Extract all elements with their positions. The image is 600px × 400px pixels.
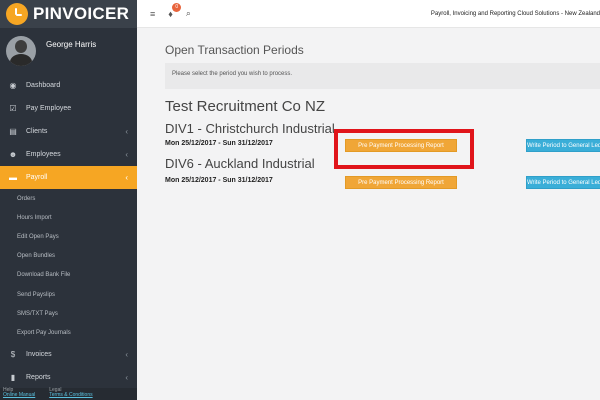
sidebar-nav: ◉ Dashboard ☑ Pay Employee ▤ Clients ‹ ☻… <box>0 74 137 389</box>
instruction-notice: Please select the period you wish to pro… <box>165 63 600 89</box>
sidebar-item-invoices[interactable]: $ Invoices ‹ <box>0 343 137 366</box>
highlight-annotation <box>334 129 474 169</box>
tachometer-icon: ◉ <box>9 81 17 90</box>
division-title: DIV1 - Christchurch Industrial <box>165 121 335 136</box>
write-period-gl-button[interactable]: Write Period to General Ledger <box>526 139 600 152</box>
legal-section: Legal Terms & Conditions <box>49 388 92 400</box>
sidebar-item-pay-employee[interactable]: ☑ Pay Employee <box>0 97 137 120</box>
sidebar-item-label: Clients <box>26 128 48 135</box>
chevron-down-icon: ‹ <box>125 173 128 182</box>
avatar[interactable] <box>6 36 36 66</box>
submenu-item-edit-open-pays[interactable]: Edit Open Pays <box>0 227 137 246</box>
submenu-item-download-bank-file[interactable]: Download Bank File <box>0 266 137 285</box>
submenu-item-send-payslips[interactable]: Send Payslips <box>0 285 137 304</box>
app-title: Payroll, Invoicing and Reporting Cloud S… <box>430 10 600 17</box>
brand-name: PINVOICER <box>33 4 130 23</box>
check-square-icon: ☑ <box>9 104 17 113</box>
pre-payment-report-button[interactable]: Pre Payment Processing Report <box>345 176 457 189</box>
building-icon: ▤ <box>9 127 17 136</box>
page-title: Open Transaction Periods <box>165 43 304 57</box>
user-name: George Harris <box>46 40 97 49</box>
sidebar-item-reports[interactable]: ▮ Reports ‹ <box>0 366 137 389</box>
menu-toggle-icon[interactable]: ≡ <box>150 9 155 19</box>
clock-logo-icon <box>6 3 28 25</box>
bar-chart-icon: ▮ <box>10 372 16 382</box>
sidebar-item-label: Pay Employee <box>26 105 72 112</box>
dollar-icon: $ <box>10 349 16 359</box>
sidebar-item-label: Employees <box>26 151 61 158</box>
sidebar-item-dashboard[interactable]: ◉ Dashboard <box>0 74 137 97</box>
submenu-item-hours-import[interactable]: Hours Import <box>0 208 137 227</box>
sidebar-item-label: Dashboard <box>26 82 61 89</box>
main-content: Open Transaction Periods Please select t… <box>137 28 600 400</box>
period-range: Mon 25/12/2017 - Sun 31/12/2017 <box>165 140 273 147</box>
submenu-item-orders[interactable]: Orders <box>0 189 137 208</box>
division-title: DIV6 - Auckland Industrial <box>165 156 315 171</box>
notification-badge: 0 <box>172 2 182 12</box>
sidebar: PINVOICER George Harris ◉ Dashboard ☑ Pa… <box>0 0 137 400</box>
help-section: Help Online Manual <box>3 388 35 400</box>
submenu-item-open-bundles[interactable]: Open Bundles <box>0 247 137 266</box>
notifications-bell-icon[interactable]: ♦ 0 <box>168 2 182 19</box>
sidebar-item-clients[interactable]: ▤ Clients ‹ <box>0 120 137 143</box>
users-icon: ☻ <box>8 150 18 159</box>
submenu-item-export-pay-journals[interactable]: Export Pay Journals <box>0 323 137 342</box>
user-panel: George Harris <box>0 28 137 72</box>
sidebar-footer: Help Online Manual Legal Terms & Conditi… <box>0 388 137 400</box>
payroll-submenu: Orders Hours Import Edit Open Pays Open … <box>0 189 137 343</box>
top-bar: ≡ ♦ 0 ⌕ Payroll, Invoicing and Reporting… <box>137 0 600 28</box>
online-manual-link[interactable]: Online Manual <box>3 393 35 398</box>
folder-icon: ▬ <box>9 173 17 182</box>
terms-link[interactable]: Terms & Conditions <box>49 393 92 398</box>
company-name: Test Recruitment Co NZ <box>165 98 326 115</box>
sidebar-item-label: Payroll <box>26 174 48 181</box>
period-range: Mon 25/12/2017 - Sun 31/12/2017 <box>165 177 273 184</box>
sidebar-item-payroll[interactable]: ▬ Payroll ‹ <box>0 166 137 189</box>
sidebar-item-label: Invoices <box>26 350 52 358</box>
submenu-item-sms-txt-pays[interactable]: SMS/TXT Pays <box>0 304 137 323</box>
sidebar-item-label: Reports <box>26 373 51 381</box>
chevron-left-icon: ‹ <box>125 150 128 159</box>
search-icon[interactable]: ⌕ <box>186 8 191 19</box>
write-period-gl-button[interactable]: Write Period to General Ledger <box>526 176 600 189</box>
chevron-left-icon: ‹ <box>125 127 128 136</box>
chevron-left-icon: ‹ <box>125 372 128 382</box>
brand[interactable]: PINVOICER <box>0 0 137 28</box>
sidebar-item-employees[interactable]: ☻ Employees ‹ <box>0 143 137 166</box>
chevron-left-icon: ‹ <box>125 349 128 359</box>
